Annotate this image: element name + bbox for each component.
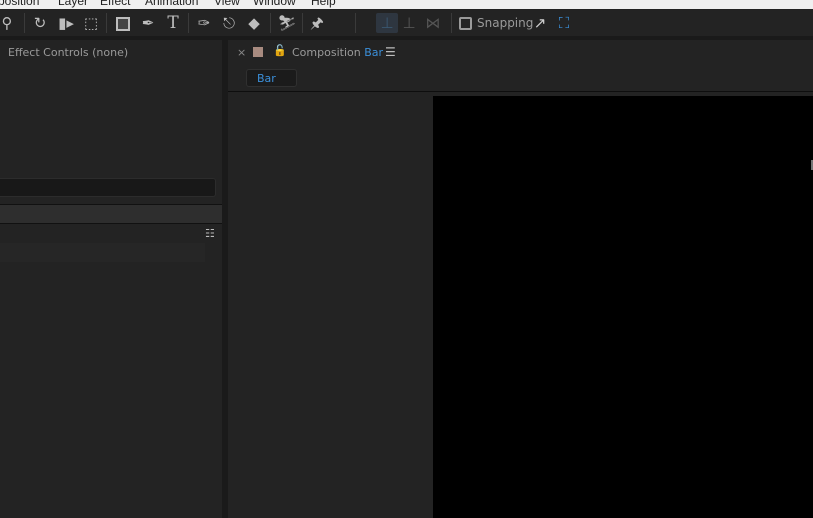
menu-layer[interactable]: Layer <box>58 0 88 8</box>
expand-snapping-icon[interactable]: ↗ <box>529 13 551 33</box>
menu-help[interactable]: Help <box>311 0 336 8</box>
pan-behind-tool-icon[interactable]: ⬚ <box>80 13 102 33</box>
list-row <box>0 243 205 262</box>
menu-effect[interactable]: Effect <box>100 0 130 8</box>
divider <box>228 91 813 92</box>
puppet-pin-tool-icon[interactable]: 🖈 <box>306 13 328 33</box>
close-icon[interactable]: × <box>237 46 246 59</box>
snapping-checkbox[interactable] <box>459 17 472 30</box>
search-input[interactable] <box>0 178 216 197</box>
pen-tool-icon[interactable]: ✒ <box>137 13 159 33</box>
label-color-swatch[interactable] <box>253 47 263 57</box>
rotate-tool-icon[interactable]: ↻ <box>29 13 51 33</box>
comp-tab-bar[interactable]: Bar <box>246 69 297 87</box>
panel-title[interactable]: Effect Controls (none) <box>8 46 128 59</box>
menu-view[interactable]: View <box>214 0 240 8</box>
view-axis-icon[interactable]: ⋈ <box>422 13 444 33</box>
menu-window[interactable]: Window <box>253 0 296 8</box>
zoom-tool-icon[interactable]: ⚲ <box>0 13 18 33</box>
effect-controls-panel: Effect Controls (none) ☷ <box>0 40 222 518</box>
menu-composition[interactable]: position <box>0 0 39 8</box>
rectangle-tool-icon[interactable] <box>112 13 134 33</box>
composition-viewer[interactable] <box>433 96 813 518</box>
header-bar <box>0 204 222 224</box>
fit-frame-icon[interactable]: ⛶ <box>553 13 575 33</box>
brush-tool-icon[interactable]: ✑ <box>193 13 215 33</box>
flowchart-icon[interactable]: ☷ <box>205 227 215 240</box>
comp-name: Bar <box>364 46 384 59</box>
snapping-label[interactable]: Snapping <box>477 16 533 30</box>
menu-animation[interactable]: Animation <box>145 0 198 8</box>
toolbar: ⚲ ↻ ▮▸ ⬚ ✒ T ✑ ⎋ ◆ ⛷ 🖈 ⊥ ⊥ ⋈ Snapping ↗ … <box>0 9 813 36</box>
lock-icon[interactable]: 🔓 <box>273 44 287 57</box>
type-tool-icon[interactable]: T <box>162 13 184 33</box>
title-prefix: Composition <box>292 46 361 59</box>
clone-stamp-tool-icon[interactable]: ⎋ <box>218 13 240 33</box>
world-axis-icon[interactable]: ⊥ <box>398 13 420 33</box>
roto-brush-tool-icon[interactable]: ⛷ <box>276 13 298 33</box>
camera-tool-icon[interactable]: ▮▸ <box>55 13 77 33</box>
panel-menu-icon[interactable]: ☰ <box>385 45 396 59</box>
composition-tab-title[interactable]: Composition Bar <box>292 46 383 59</box>
menu-bar: position Layer Effect Animation View Win… <box>0 0 813 9</box>
local-axis-icon[interactable]: ⊥ <box>376 13 398 33</box>
eraser-tool-icon[interactable]: ◆ <box>243 13 265 33</box>
composition-panel: × 🔓 Composition Bar ☰ Bar <box>228 40 813 518</box>
